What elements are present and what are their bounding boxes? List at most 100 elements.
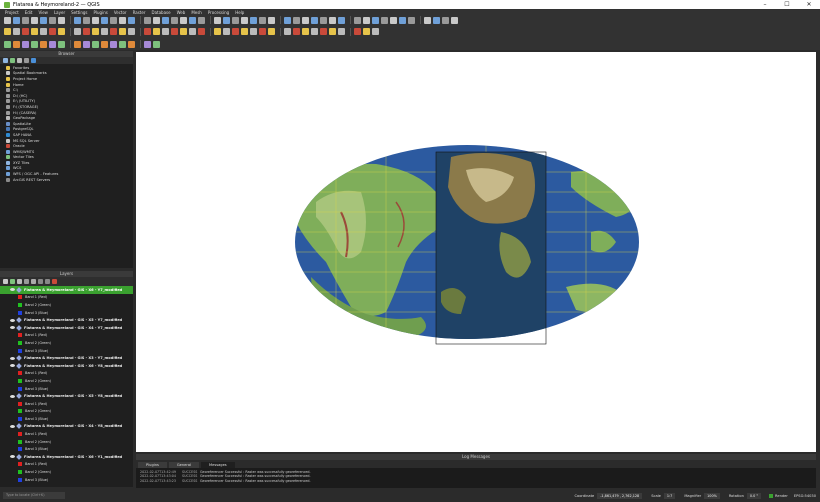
filter-legend-icon[interactable] (24, 279, 29, 284)
identify-icon[interactable] (22, 40, 29, 48)
menu-raster[interactable]: Raster (133, 10, 146, 15)
open-layer-styling-icon[interactable] (3, 279, 8, 284)
pan-icon[interactable] (110, 40, 117, 48)
select-icon[interactable] (311, 16, 318, 24)
measure-icon[interactable] (198, 16, 205, 24)
save-project-icon[interactable] (4, 28, 11, 35)
layer-row[interactable]: Flatarea & Heymoreland - GIS - X6 - Y1_m… (0, 453, 133, 461)
identify-icon[interactable] (302, 16, 309, 24)
measure-icon[interactable] (302, 28, 309, 35)
coordinate-field[interactable]: -1,861,479 , 2,762,128 (597, 492, 643, 499)
menu-processing[interactable]: Processing (208, 10, 229, 15)
zoom-in-icon[interactable] (284, 16, 291, 24)
save-project-icon[interactable] (381, 16, 388, 24)
measure-icon[interactable] (83, 16, 90, 24)
new-project-icon[interactable] (338, 28, 345, 35)
label-icon[interactable] (232, 16, 239, 24)
open-project-icon[interactable] (13, 16, 20, 24)
add-layer-icon[interactable] (92, 16, 99, 24)
refresh-icon[interactable] (10, 58, 15, 63)
layer-row[interactable]: Flatarea & Heymoreland - GIS - X6 - Y8_m… (0, 362, 133, 370)
identify-icon[interactable] (40, 28, 47, 35)
new-project-icon[interactable] (241, 16, 248, 24)
select-icon[interactable] (74, 16, 81, 24)
menu-mesh[interactable]: Mesh (191, 10, 202, 15)
measure-icon[interactable] (320, 16, 327, 24)
menu-web[interactable]: Web (177, 10, 186, 15)
save-project-icon[interactable] (144, 16, 151, 24)
open-project-icon[interactable] (92, 40, 99, 48)
map-canvas[interactable] (136, 52, 816, 452)
digitize-icon[interactable] (58, 40, 65, 48)
zoom-out-icon[interactable] (268, 28, 275, 35)
measure-icon[interactable] (40, 40, 47, 48)
zoom-in-icon[interactable] (119, 40, 126, 48)
visibility-eye-icon[interactable] (10, 356, 15, 360)
filter-expression-icon[interactable] (31, 279, 36, 284)
zoom-in-icon[interactable] (40, 16, 47, 24)
identify-icon[interactable] (162, 28, 169, 35)
menu-view[interactable]: View (38, 10, 48, 15)
save-project-icon[interactable] (259, 16, 266, 24)
new-project-icon[interactable] (363, 16, 370, 24)
save-project-icon[interactable] (101, 40, 108, 48)
pan-icon[interactable] (250, 28, 257, 35)
remove-layer-icon[interactable] (52, 279, 57, 284)
menu-layer[interactable]: Layer (54, 10, 65, 15)
digitize-icon[interactable] (83, 28, 90, 35)
layer-row[interactable]: Flatarea & Heymoreland - GIS - X5 - Y8_m… (0, 392, 133, 400)
measure-icon[interactable] (442, 16, 449, 24)
open-project-icon[interactable] (232, 28, 239, 35)
visibility-eye-icon[interactable] (10, 288, 15, 292)
label-icon[interactable] (329, 28, 336, 35)
identify-icon[interactable] (144, 40, 151, 48)
new-project-icon[interactable] (101, 28, 108, 35)
zoom-out-icon[interactable] (31, 28, 38, 35)
maximize-button[interactable]: ☐ (776, 0, 798, 9)
select-icon[interactable] (293, 28, 300, 35)
visibility-eye-icon[interactable] (10, 424, 15, 428)
info-icon[interactable] (31, 58, 36, 63)
digitize-icon[interactable] (101, 16, 108, 24)
label-icon[interactable] (214, 28, 221, 35)
render-checkbox[interactable] (769, 493, 774, 498)
manage-visibility-icon[interactable] (17, 279, 22, 284)
menu-database[interactable]: Database (151, 10, 170, 15)
new-project-icon[interactable] (119, 16, 126, 24)
scale-field[interactable]: 1:7 (663, 492, 676, 499)
pan-icon[interactable] (31, 16, 38, 24)
layer-row[interactable]: Flatarea & Heymoreland - GIS - X6 - Y7_m… (0, 286, 133, 294)
new-project-icon[interactable] (223, 28, 230, 35)
identify-icon[interactable] (180, 16, 187, 24)
open-project-icon[interactable] (354, 28, 361, 35)
measure-icon[interactable] (180, 28, 187, 35)
digitize-icon[interactable] (223, 16, 230, 24)
open-project-icon[interactable] (128, 16, 135, 24)
close-button[interactable]: ✕ (798, 0, 820, 9)
open-project-icon[interactable] (250, 16, 257, 24)
label-icon[interactable] (74, 40, 81, 48)
identify-icon[interactable] (58, 16, 65, 24)
new-project-icon[interactable] (83, 40, 90, 48)
visibility-eye-icon[interactable] (10, 326, 15, 330)
select-icon[interactable] (49, 28, 56, 35)
browser-item[interactable]: ArcGIS REST Servers (0, 177, 133, 183)
zoom-in-icon[interactable] (162, 16, 169, 24)
select-icon[interactable] (189, 16, 196, 24)
menu-help[interactable]: Help (235, 10, 244, 15)
locator-input[interactable]: Type to locate (Ctrl+K) (3, 492, 65, 499)
measure-icon[interactable] (58, 28, 65, 35)
select-icon[interactable] (153, 40, 160, 48)
pan-icon[interactable] (128, 28, 135, 35)
layer-row[interactable]: Flatarea & Heymoreland - GIS - X5 - Y7_m… (0, 316, 133, 324)
add-layer-icon[interactable] (311, 28, 318, 35)
zoom-in-icon[interactable] (22, 28, 29, 35)
open-project-icon[interactable] (372, 16, 379, 24)
add-layer-icon[interactable] (74, 28, 81, 35)
identify-icon[interactable] (284, 28, 291, 35)
zoom-out-icon[interactable] (293, 16, 300, 24)
add-selected-layers-icon[interactable] (3, 58, 8, 63)
filter-icon[interactable] (17, 58, 22, 63)
pan-icon[interactable] (390, 16, 397, 24)
layer-row[interactable]: Flatarea & Heymoreland - GIS - X4 - Y7_m… (0, 324, 133, 332)
